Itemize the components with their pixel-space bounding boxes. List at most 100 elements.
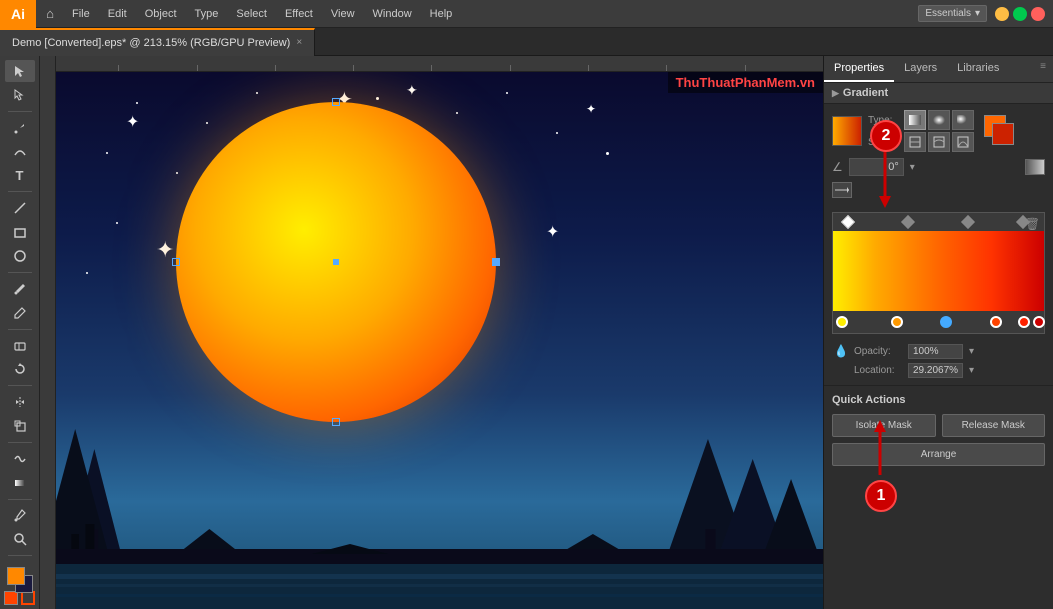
stop-diamond-3[interactable]: [961, 215, 975, 229]
toolbar-divider-1: [8, 111, 32, 112]
line-tool[interactable]: [5, 197, 35, 219]
workspace-selector[interactable]: Essentials ▾: [918, 5, 987, 22]
angle-dropdown[interactable]: ▾: [910, 162, 915, 173]
menu-effect[interactable]: Effect: [277, 0, 321, 28]
menu-window[interactable]: Window: [365, 0, 420, 28]
rotate-tool[interactable]: [5, 358, 35, 380]
freeform-gradient-btn[interactable]: [952, 110, 974, 130]
reflect-tool[interactable]: [5, 391, 35, 413]
fill-indicator[interactable]: [4, 591, 18, 605]
menu-view[interactable]: View: [323, 0, 363, 28]
opacity-input[interactable]: [908, 344, 963, 359]
fill-stroke-row: [4, 591, 35, 605]
bg-color-swatch[interactable]: [992, 123, 1014, 145]
opacity-location-section: 💧 Opacity: ▾ Location: ▾: [824, 338, 1053, 385]
canvas-content[interactable]: ✦ ✦ ✦ ✦ ✦ ✦ ✦: [56, 72, 823, 609]
menu-edit[interactable]: Edit: [100, 0, 135, 28]
home-icon[interactable]: ⌂: [36, 0, 64, 28]
close-button[interactable]: [1031, 7, 1045, 21]
eraser-tool[interactable]: [5, 335, 35, 357]
stroke-btn-3[interactable]: [952, 132, 974, 152]
foreground-swatch[interactable]: [7, 567, 25, 585]
quick-actions-section: Quick Actions Isolate Mask Release Mask …: [824, 386, 1053, 474]
star: [116, 222, 118, 224]
stroke-btn-2[interactable]: [928, 132, 950, 152]
stacked-swatches: [984, 115, 1016, 147]
star: [606, 152, 609, 155]
stroke-btn-1[interactable]: [904, 132, 926, 152]
tab-layers[interactable]: Layers: [894, 56, 947, 82]
select-tool[interactable]: [5, 60, 35, 82]
star: [376, 97, 379, 100]
gradient-type-row: Type:: [832, 110, 1045, 152]
pen-tool[interactable]: [5, 117, 35, 139]
color-stop-5[interactable]: [1018, 316, 1030, 328]
menu-file[interactable]: File: [64, 0, 98, 28]
delete-stop-button[interactable]: 🗑: [1025, 217, 1040, 231]
opacity-dropdown[interactable]: ▾: [969, 346, 974, 357]
type-tool[interactable]: T: [5, 165, 35, 187]
reverse-gradient-btn[interactable]: [1025, 159, 1045, 175]
stop-diamond-1[interactable]: [841, 215, 855, 229]
location-dropdown[interactable]: ▾: [969, 365, 974, 376]
canvas-area[interactable]: ✦ ✦ ✦ ✦ ✦ ✦ ✦: [40, 56, 823, 609]
tab-properties[interactable]: Properties: [824, 56, 894, 82]
release-mask-button[interactable]: Release Mask: [942, 414, 1046, 437]
ellipse-tool[interactable]: [5, 245, 35, 267]
tab-title: Demo [Converted].eps* @ 213.15% (RGB/GPU…: [12, 37, 290, 49]
eyedropper-tool[interactable]: [5, 504, 35, 526]
location-row: Location: ▾: [832, 363, 1045, 378]
gradient-options-btn[interactable]: [832, 182, 852, 198]
rect-tool[interactable]: [5, 221, 35, 243]
location-label: Location:: [854, 365, 904, 376]
warp-tool[interactable]: [5, 448, 35, 470]
right-panel: Properties Layers Libraries ≡ ▶ Gradient…: [823, 56, 1053, 609]
stop-diamond-2[interactable]: [901, 215, 915, 229]
menu-select[interactable]: Select: [228, 0, 275, 28]
color-stop-1[interactable]: [836, 316, 848, 328]
direct-select-tool[interactable]: [5, 84, 35, 106]
gradient-tool[interactable]: [5, 472, 35, 494]
gradient-color-swatch[interactable]: [832, 116, 862, 146]
color-stop-2[interactable]: [891, 316, 903, 328]
paintbrush-tool[interactable]: [5, 278, 35, 300]
isolate-mask-button[interactable]: Isolate Mask: [832, 414, 936, 437]
panel-options-button[interactable]: ≡: [1033, 56, 1053, 76]
pencil-tool[interactable]: [5, 302, 35, 324]
curvature-tool[interactable]: [5, 141, 35, 163]
tab-close-icon[interactable]: ×: [296, 37, 302, 48]
selection-handle[interactable]: [492, 258, 500, 266]
linear-gradient-btn[interactable]: [904, 110, 926, 130]
radial-gradient-btn[interactable]: [928, 110, 950, 130]
color-stop-4[interactable]: [990, 316, 1002, 328]
star: [136, 102, 138, 104]
collapse-arrow-icon[interactable]: ▶: [832, 88, 839, 99]
eyedropper-button[interactable]: 💧: [832, 342, 850, 360]
scale-tool[interactable]: [5, 415, 35, 437]
app-logo: Ai: [0, 0, 36, 28]
color-stop-6[interactable]: [1033, 316, 1045, 328]
color-stop-3-selected[interactable]: [940, 316, 952, 328]
workspace-dropdown-icon: ▾: [975, 8, 980, 19]
type-row: Type:: [868, 110, 974, 130]
menu-bar: Ai ⌂ File Edit Object Type Select Effect…: [0, 0, 1053, 28]
watermark: ThuThuatPhanMem.vn: [668, 72, 823, 93]
selection-handle[interactable]: [332, 98, 340, 106]
sparkle-star: ✦: [546, 222, 559, 242]
gradient-type-buttons: [904, 110, 974, 130]
menu-object[interactable]: Object: [137, 0, 185, 28]
location-input[interactable]: [908, 363, 963, 378]
stroke-indicator[interactable]: [21, 591, 35, 605]
maximize-button[interactable]: [1013, 7, 1027, 21]
menu-help[interactable]: Help: [422, 0, 461, 28]
selection-handle[interactable]: [172, 258, 180, 266]
zoom-tool[interactable]: [5, 528, 35, 550]
arrange-button[interactable]: Arrange: [832, 443, 1045, 466]
minimize-button[interactable]: [995, 7, 1009, 21]
angle-input[interactable]: [849, 158, 904, 176]
document-tab[interactable]: Demo [Converted].eps* @ 213.15% (RGB/GPU…: [0, 28, 315, 56]
sparkle-star: ✦: [586, 102, 596, 116]
tab-libraries[interactable]: Libraries: [947, 56, 1009, 82]
menu-type[interactable]: Type: [187, 0, 227, 28]
gradient-color-bar[interactable]: [833, 231, 1044, 311]
